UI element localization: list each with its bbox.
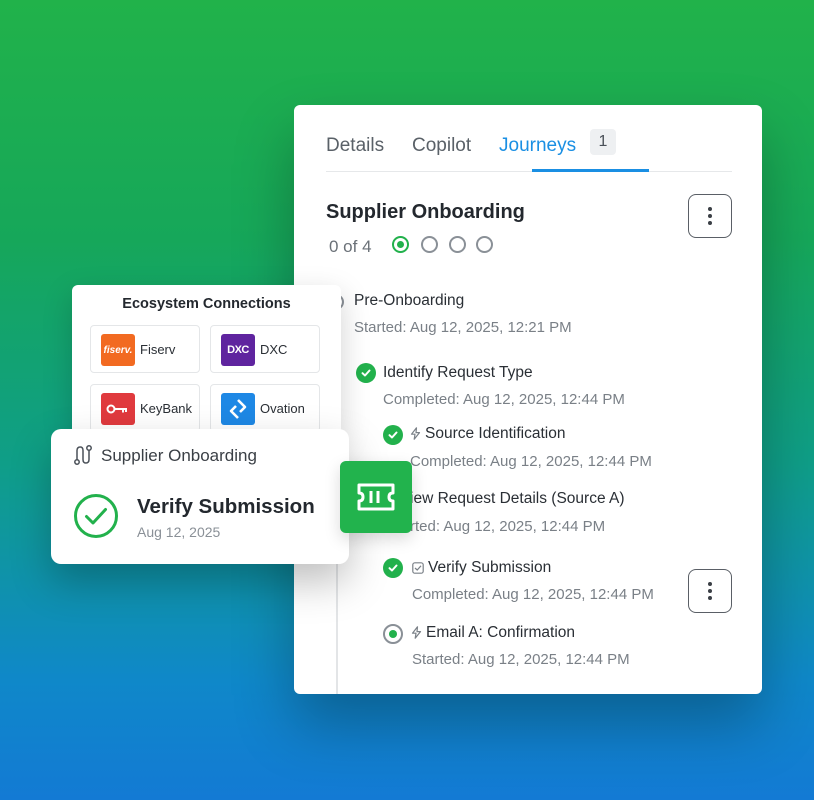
- journey-progress-text: 0 of 4: [329, 237, 372, 256]
- partner-name: Ovation: [260, 401, 305, 416]
- verify-submission-card[interactable]: Supplier Onboarding Verify Submission Au…: [51, 429, 349, 564]
- journey-item-title[interactable]: Identify Request Type: [383, 364, 533, 382]
- completed-check-icon: [356, 363, 376, 383]
- partner-name: KeyBank: [140, 401, 193, 416]
- journeys-count-badge: 1: [590, 129, 616, 155]
- card-step-title: Verify Submission: [137, 495, 315, 518]
- journey-item-status: Completed: Aug 12, 2025, 12:44 PM: [412, 586, 654, 603]
- checkbox-icon: [412, 562, 424, 574]
- partner-name: DXC: [260, 342, 288, 357]
- journey-item-title[interactable]: Email A: Confirmation: [411, 624, 575, 642]
- item-more-button[interactable]: [688, 569, 732, 613]
- dxc-logo: DXC: [221, 334, 255, 366]
- partner-card-ovation[interactable]: Ovation: [210, 384, 320, 432]
- card-journey-name: Supplier Onboarding: [101, 446, 257, 465]
- fiserv-logo: fiserv.: [101, 334, 135, 366]
- route-icon: [74, 445, 92, 465]
- journey-item-title[interactable]: Pre-Onboarding: [354, 292, 464, 310]
- journey-item-title[interactable]: Verify Submission: [412, 559, 551, 577]
- in-progress-status-icon: [383, 624, 403, 644]
- lightning-icon: [411, 626, 422, 639]
- journey-item-status: Completed: Aug 12, 2025, 12:44 PM: [383, 391, 625, 408]
- partner-card-dxc[interactable]: DXC DXC: [210, 325, 320, 373]
- tab-details[interactable]: Details: [326, 135, 384, 157]
- check-circle-icon: [74, 494, 118, 538]
- tab-journeys[interactable]: Journeys: [499, 135, 576, 157]
- tab-copilot[interactable]: Copilot: [412, 135, 471, 157]
- key-icon: [101, 393, 135, 425]
- ticket-icon: [340, 461, 412, 533]
- tab-bar: Details Copilot Journeys 1: [326, 129, 732, 172]
- journeys-panel: Details Copilot Journeys 1 Supplier Onbo…: [294, 105, 762, 694]
- partner-name: Fiserv: [140, 342, 176, 357]
- journey-item-title[interactable]: Source Identification: [410, 425, 565, 443]
- journey-item-status: rted: Aug 12, 2025, 12:44 PM: [410, 518, 606, 535]
- journey-more-button[interactable]: [688, 194, 732, 238]
- progress-step-3: [449, 236, 466, 253]
- journey-item-title[interactable]: iew Request Details (Source A): [410, 490, 625, 508]
- journey-title: Supplier Onboarding: [326, 201, 525, 223]
- journey-item-status: Started: Aug 12, 2025, 12:44 PM: [412, 651, 630, 668]
- ecosystem-connections-card: Ecosystem Connections fiserv. Fiserv DXC…: [72, 285, 341, 435]
- lightning-icon: [410, 427, 421, 440]
- completed-check-icon: [383, 558, 403, 578]
- partner-card-keybank[interactable]: KeyBank: [90, 384, 200, 432]
- journey-item-status: Completed: Aug 12, 2025, 12:44 PM: [410, 453, 652, 470]
- ecosystem-title: Ecosystem Connections: [122, 296, 291, 312]
- progress-step-2: [421, 236, 438, 253]
- card-step-date: Aug 12, 2025: [137, 524, 221, 540]
- progress-step-1: [392, 236, 409, 253]
- partner-card-fiserv[interactable]: fiserv. Fiserv: [90, 325, 200, 373]
- journey-item-status: Started: Aug 12, 2025, 12:21 PM: [354, 319, 572, 336]
- ovation-logo: [221, 393, 255, 425]
- completed-check-icon: [383, 425, 403, 445]
- progress-step-4: [476, 236, 493, 253]
- active-tab-indicator: [532, 169, 649, 172]
